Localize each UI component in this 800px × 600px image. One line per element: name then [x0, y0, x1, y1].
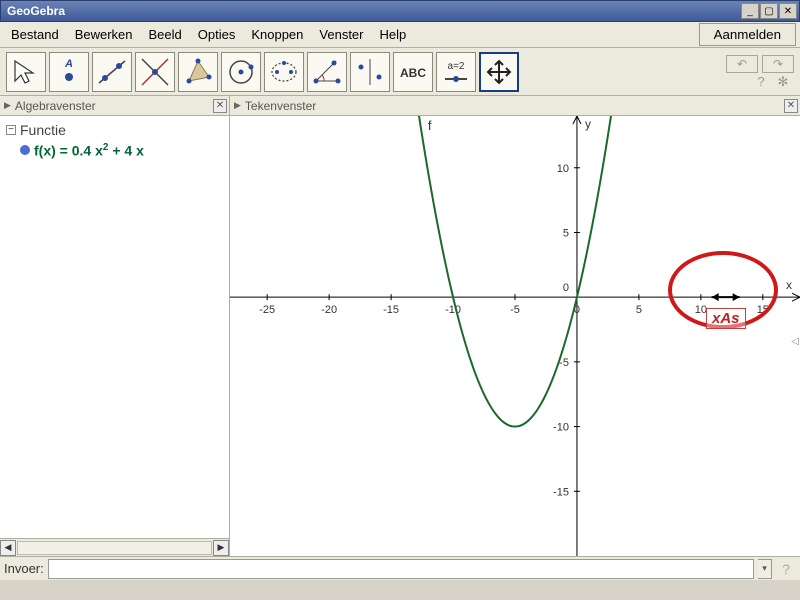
collapse-icon: ▶ [234, 100, 241, 111]
input-dropdown-icon[interactable]: ▾ [758, 559, 772, 579]
function-expression: f(x) = 0.4 x2 + 4 x [34, 142, 144, 159]
menu-opties[interactable]: Opties [191, 24, 243, 45]
annotation-label: xAs [706, 308, 746, 329]
algebra-scrollbar[interactable]: ◀ ▶ [0, 538, 229, 556]
menu-beeld[interactable]: Beeld [142, 24, 189, 45]
tool-angle[interactable] [307, 52, 347, 92]
svg-text:-5: -5 [510, 304, 520, 316]
menu-bewerken[interactable]: Bewerken [68, 24, 140, 45]
svg-text:5: 5 [563, 227, 569, 239]
input-label: Invoer: [4, 561, 44, 576]
svg-text:-10: -10 [553, 422, 569, 434]
graphics-canvas[interactable]: -25-20-15-10-5051015-15-10-55100xyf xAs … [230, 116, 800, 556]
menu-venster[interactable]: Venster [312, 24, 370, 45]
toolbar: A ABC a=2 ↶ ↷ ? ✻ [0, 48, 800, 96]
tool-circle[interactable] [221, 52, 261, 92]
menu-items: Bestand Bewerken Beeld Opties Knoppen Ve… [4, 24, 413, 45]
graphics-panel-title: Tekenvenster [245, 99, 316, 113]
svg-text:x: x [786, 278, 792, 292]
title-bar: GeoGebra _ ▢ ✕ [0, 0, 800, 22]
settings-icon[interactable]: ✻ [776, 75, 790, 89]
svg-text:-15: -15 [553, 486, 569, 498]
function-row[interactable]: f(x) = 0.4 x2 + 4 x [6, 140, 223, 161]
svg-text:-25: -25 [259, 304, 275, 316]
algebra-panel: ▶ Algebravenster ✕ − Functie f(x) = 0.4 … [0, 96, 230, 556]
main-panels: ▶ Algebravenster ✕ − Functie f(x) = 0.4 … [0, 96, 800, 556]
tree-category-row[interactable]: − Functie [6, 120, 223, 140]
input-help-icon[interactable]: ? [776, 559, 796, 579]
input-field[interactable] [48, 559, 754, 579]
maximize-button[interactable]: ▢ [760, 3, 778, 19]
menu-knoppen[interactable]: Knoppen [244, 24, 310, 45]
svg-text:A: A [64, 58, 73, 70]
menu-help[interactable]: Help [373, 24, 414, 45]
algebra-tree: − Functie f(x) = 0.4 x2 + 4 x [0, 116, 229, 538]
minimize-button[interactable]: _ [741, 3, 759, 19]
signin-button[interactable]: Aanmelden [699, 23, 796, 46]
close-button[interactable]: ✕ [779, 3, 797, 19]
tool-ellipse[interactable] [264, 52, 304, 92]
graphics-close-icon[interactable]: ✕ [784, 99, 798, 113]
undo-button[interactable]: ↶ [726, 55, 758, 73]
tool-text[interactable]: ABC [393, 52, 433, 92]
tool-move-view[interactable] [479, 52, 519, 92]
help-icon[interactable]: ? [754, 75, 768, 89]
svg-text:5: 5 [636, 304, 642, 316]
tool-buttons: A ABC a=2 [6, 52, 519, 92]
tool-polygon[interactable] [178, 52, 218, 92]
tool-perpendicular[interactable] [135, 52, 175, 92]
menu-bar: Bestand Bewerken Beeld Opties Knoppen Ve… [0, 22, 800, 48]
window-controls: _ ▢ ✕ [741, 3, 797, 19]
collapse-minus-icon[interactable]: − [6, 125, 16, 135]
redo-button[interactable]: ↷ [762, 55, 794, 73]
input-bar: Invoer: ▾ ? [0, 556, 800, 580]
tool-move[interactable] [6, 52, 46, 92]
svg-text:a=2: a=2 [448, 61, 465, 72]
collapse-icon: ▶ [4, 100, 11, 111]
tree-category-label: Functie [20, 122, 66, 138]
algebra-panel-title: Algebravenster [15, 99, 96, 113]
app-title: GeoGebra [7, 4, 65, 18]
svg-text:-20: -20 [321, 304, 337, 316]
menu-bestand[interactable]: Bestand [4, 24, 66, 45]
tool-line[interactable] [92, 52, 132, 92]
svg-text:y: y [585, 117, 591, 131]
scroll-left-icon[interactable]: ◀ [0, 540, 16, 556]
algebra-close-icon[interactable]: ✕ [213, 99, 227, 113]
visibility-dot-icon[interactable] [20, 145, 30, 155]
scroll-right-icon[interactable]: ▶ [213, 540, 229, 556]
graphics-panel: ▶ Tekenvenster ✕ -25-20-15-10-5051015-15… [230, 96, 800, 556]
toolbar-right: ↶ ↷ ? ✻ [726, 55, 794, 89]
scroll-track[interactable] [17, 541, 212, 555]
svg-text:-10: -10 [445, 304, 461, 316]
side-expand-icon[interactable]: ◁ [791, 336, 799, 347]
tool-point[interactable]: A [49, 52, 89, 92]
tool-reflect[interactable] [350, 52, 390, 92]
svg-text:0: 0 [563, 282, 569, 294]
svg-text:-15: -15 [383, 304, 399, 316]
tool-slider[interactable]: a=2 [436, 52, 476, 92]
plot-svg[interactable]: -25-20-15-10-5051015-15-10-55100xyf [230, 116, 800, 556]
svg-text:ABC: ABC [400, 66, 426, 80]
algebra-panel-header[interactable]: ▶ Algebravenster ✕ [0, 96, 229, 116]
svg-text:f: f [428, 118, 432, 133]
svg-text:10: 10 [557, 163, 569, 175]
graphics-panel-header[interactable]: ▶ Tekenvenster ✕ [230, 96, 800, 116]
